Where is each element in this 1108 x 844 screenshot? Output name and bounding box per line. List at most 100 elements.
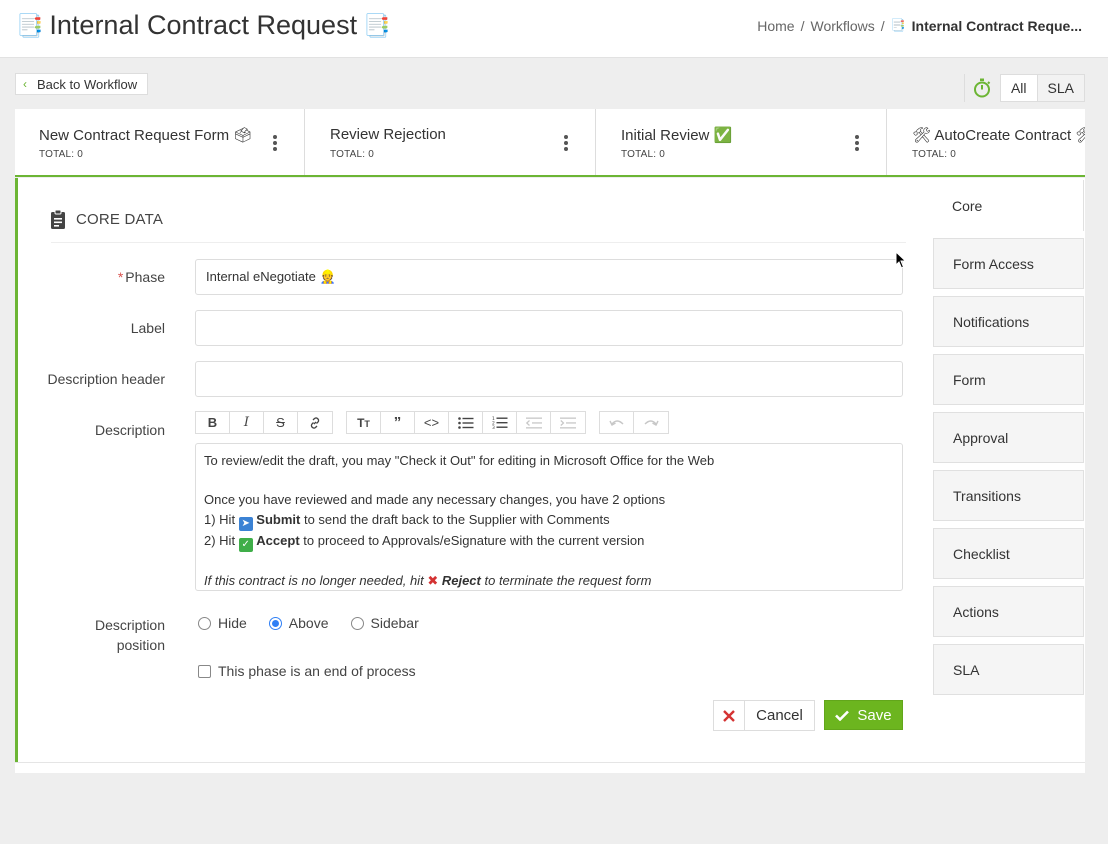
timer-toggle[interactable] bbox=[963, 74, 1000, 102]
tab-form-access[interactable]: Form Access bbox=[933, 238, 1084, 289]
phase-name: Initial Review ✅ bbox=[621, 127, 733, 144]
filter-group: All SLA bbox=[963, 74, 1085, 102]
tab-actions[interactable]: Actions bbox=[933, 586, 1084, 637]
document-icon: 📑 bbox=[890, 18, 906, 32]
italic-button[interactable]: I bbox=[230, 412, 264, 433]
indent-button[interactable] bbox=[551, 412, 585, 433]
breadcrumb-workflows[interactable]: Workflows bbox=[810, 18, 874, 34]
heading-button[interactable]: TT bbox=[347, 412, 381, 433]
clipboard-icon bbox=[51, 210, 65, 229]
save-button[interactable]: Save bbox=[824, 700, 903, 730]
bullet-list-button[interactable] bbox=[449, 412, 483, 433]
side-tabs: Core Form Access Notifications Form Appr… bbox=[933, 178, 1085, 762]
position-hide-radio[interactable]: Hide bbox=[198, 615, 247, 631]
phase-total: TOTAL: 0 bbox=[330, 149, 375, 160]
checkbox-box[interactable] bbox=[198, 664, 211, 678]
checkbox-label: This phase is an end of process bbox=[218, 663, 416, 679]
tab-notifications[interactable]: Notifications bbox=[933, 296, 1084, 347]
radio-circle[interactable] bbox=[198, 616, 211, 630]
end-of-process-checkbox[interactable]: This phase is an end of process bbox=[198, 663, 416, 679]
filter-all-button[interactable]: All bbox=[999, 74, 1038, 102]
outdent-icon bbox=[525, 417, 542, 428]
check-mark-icon: ✓ bbox=[238, 537, 253, 552]
undo-icon bbox=[608, 419, 623, 426]
stopwatch-icon bbox=[974, 78, 991, 98]
cancel-button[interactable]: Cancel bbox=[713, 700, 815, 731]
required-marker: * bbox=[117, 269, 124, 285]
description-line: 1) Hit ➤ Submit to send the draft back t… bbox=[204, 511, 610, 531]
cross-mark-icon: ✖ bbox=[427, 573, 439, 588]
svg-text:3: 3 bbox=[492, 425, 495, 429]
kebab-menu-icon[interactable] bbox=[563, 135, 569, 151]
position-sidebar-radio[interactable]: Sidebar bbox=[350, 615, 419, 631]
tab-checklist[interactable]: Checklist bbox=[933, 528, 1084, 579]
description-position-radios: Hide Above Sidebar bbox=[198, 615, 441, 631]
breadcrumb-separator: / bbox=[800, 18, 805, 34]
position-above-radio[interactable]: Above bbox=[268, 615, 329, 631]
redo-button[interactable] bbox=[634, 412, 668, 433]
tab-core[interactable]: Core bbox=[933, 180, 1084, 231]
phase-field-label: * Phase bbox=[117, 269, 165, 285]
link-button[interactable] bbox=[298, 412, 332, 433]
phase-name: Review Rejection bbox=[330, 126, 446, 143]
close-icon bbox=[714, 701, 745, 730]
label-field-label: Label bbox=[130, 320, 165, 336]
phase-card[interactable]: Initial Review ✅ TOTAL: 0 bbox=[597, 109, 887, 175]
check-icon bbox=[835, 710, 850, 721]
section-title: CORE DATA bbox=[76, 211, 164, 228]
link-icon bbox=[310, 416, 320, 429]
label-input[interactable] bbox=[195, 310, 903, 346]
page-title-text: Internal Contract Request bbox=[49, 10, 358, 40]
back-to-workflow-button[interactable]: ‹ Back to Workflow bbox=[15, 73, 149, 95]
phase-card[interactable]: 🛠 AutoCreate Contract 🛠 TOTAL: 0 bbox=[888, 109, 1085, 175]
save-label: Save bbox=[857, 706, 892, 724]
indent-icon bbox=[560, 417, 576, 428]
radio-circle[interactable] bbox=[350, 616, 364, 630]
blockquote-button[interactable]: ” bbox=[381, 412, 415, 433]
description-header-input[interactable] bbox=[195, 361, 903, 397]
kebab-menu-icon[interactable] bbox=[854, 135, 860, 151]
undo-button[interactable] bbox=[600, 412, 634, 433]
description-line: 2) Hit ✓ Accept to proceed to Approvals/… bbox=[204, 532, 645, 552]
back-to-workflow-label: Back to Workflow bbox=[37, 76, 138, 92]
phase-name: 🛠 AutoCreate Contract 🛠 bbox=[912, 127, 1085, 144]
block-group: TT ” <> 123 bbox=[346, 411, 586, 434]
tab-form[interactable]: Form bbox=[933, 354, 1084, 405]
description-editor[interactable]: To review/edit the draft, you may "Check… bbox=[195, 443, 903, 591]
phase-card[interactable]: Review Rejection TOTAL: 0 bbox=[306, 109, 596, 175]
chevron-left-icon: ‹ bbox=[23, 77, 27, 91]
document-icon: 📑 bbox=[16, 12, 44, 38]
tab-approval[interactable]: Approval bbox=[933, 412, 1084, 463]
tab-transitions[interactable]: Transitions bbox=[933, 470, 1084, 521]
kebab-menu-icon[interactable] bbox=[272, 135, 278, 151]
description-line: Once you have reviewed and made any nece… bbox=[204, 492, 666, 507]
filter-sla-button[interactable]: SLA bbox=[1037, 74, 1085, 102]
phase-card[interactable]: New Contract Request Form 🗳 TOTAL: 0 bbox=[15, 109, 305, 175]
breadcrumb-home[interactable]: Home bbox=[757, 18, 794, 34]
arrow-right-icon: ➤ bbox=[238, 516, 253, 531]
mouse-cursor-icon bbox=[895, 251, 907, 269]
bullet-list-icon bbox=[457, 416, 473, 429]
redo-icon bbox=[644, 419, 659, 426]
numbered-list-button[interactable]: 123 bbox=[483, 412, 517, 433]
cancel-label: Cancel bbox=[756, 707, 803, 724]
tab-sla[interactable]: SLA bbox=[933, 644, 1084, 695]
code-button[interactable]: <> bbox=[415, 412, 449, 433]
phase-name: New Contract Request Form 🗳 bbox=[39, 127, 253, 144]
outdent-button[interactable] bbox=[517, 412, 551, 433]
radio-label: Above bbox=[288, 615, 329, 631]
numbered-list-icon: 123 bbox=[492, 416, 507, 429]
description-label: Description bbox=[94, 422, 165, 438]
radio-label: Sidebar bbox=[370, 615, 419, 631]
bold-button[interactable]: B bbox=[196, 412, 230, 433]
document-icon: 📑 bbox=[363, 12, 391, 38]
radio-circle[interactable] bbox=[268, 616, 282, 630]
phase-bar: New Contract Request Form 🗳 TOTAL: 0 Rev… bbox=[15, 109, 1085, 177]
phase-total: TOTAL: 0 bbox=[912, 149, 957, 160]
phase-input[interactable]: Internal eNegotiate 👷 bbox=[195, 259, 903, 295]
format-group: B I S bbox=[195, 411, 333, 434]
panel-footer bbox=[15, 762, 1085, 773]
rich-text-toolbar: B I S TT ” <> 123 bbox=[195, 411, 682, 434]
description-line: To review/edit the draft, you may "Check… bbox=[204, 453, 715, 468]
strikethrough-button[interactable]: S bbox=[264, 412, 298, 433]
